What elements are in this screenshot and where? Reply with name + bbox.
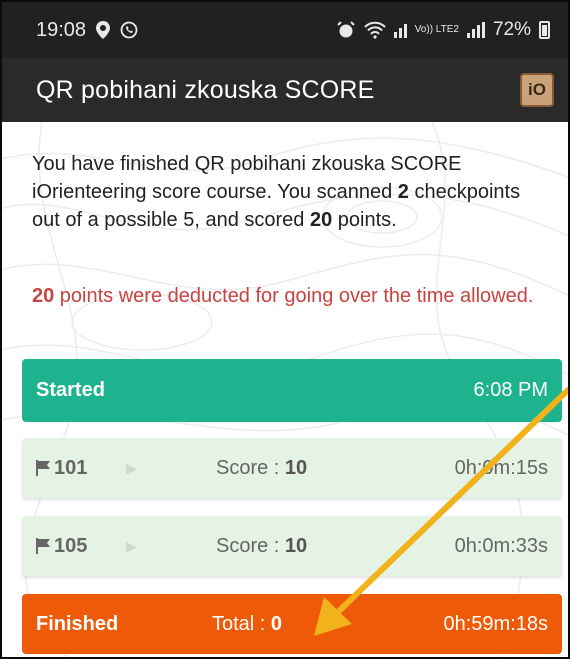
status-time: 19:08 — [36, 18, 87, 41]
play-icon[interactable]: ▶ — [126, 460, 166, 477]
scanned-count: 2 — [397, 181, 409, 203]
checkpoint-code-text: 105 — [54, 534, 88, 557]
page-title: QR pobihani zkouska SCORE — [36, 75, 375, 104]
checkpoint-code-text: 101 — [54, 456, 88, 479]
whatsapp-icon — [120, 21, 138, 39]
battery-percent: 72% — [492, 19, 531, 40]
alarm-icon — [336, 21, 356, 39]
summary-message: You have finished QR pobihani zkouska SC… — [32, 150, 552, 234]
signal-icon-2 — [466, 22, 485, 38]
checkpoint-time: 0h:0m:15s — [454, 456, 548, 479]
score-value: 10 — [284, 456, 308, 479]
phone-screen: 19:08 Vo)) LTE2 72% QR pobihani zkouska … — [0, 0, 570, 659]
deduction-message: 20 points were deducted for going over t… — [32, 282, 557, 310]
started-time: 6:08 PM — [473, 379, 548, 401]
flag-icon — [36, 460, 50, 476]
play-icon[interactable]: ▶ — [126, 538, 166, 555]
checkpoint-row[interactable]: 105 ▶ Score : 10 0h:0m:33s — [22, 516, 562, 576]
checkpoint-score: Score : 10 — [216, 457, 307, 480]
status-bar: 19:08 Vo)) LTE2 72% — [2, 2, 568, 58]
app-logo[interactable]: iO — [520, 73, 554, 107]
total-value: 0 — [270, 612, 283, 635]
score-value: 10 — [284, 534, 308, 557]
flag-icon — [36, 538, 50, 554]
finished-total: Total : 0 — [212, 613, 282, 636]
app-bar: QR pobihani zkouska SCORE iO — [2, 58, 568, 122]
total-label: Total : — [212, 612, 271, 635]
finished-row[interactable]: Finished Total : 0 0h:59m:18s — [22, 594, 562, 654]
deduction-text: points were deducted for going over the … — [54, 285, 534, 307]
started-label: Started — [36, 379, 105, 401]
checkpoint-row[interactable]: 101 ▶ Score : 10 0h:0m:15s — [22, 438, 562, 498]
score-label: Score : — [216, 534, 285, 557]
summary-text-3: points. — [332, 209, 397, 231]
app-logo-text: iO — [528, 80, 546, 99]
finished-time: 0h:59m:18s — [443, 612, 548, 635]
checkpoint-code: 105 — [36, 535, 126, 558]
location-pin-icon — [96, 21, 111, 39]
finished-label: Finished — [36, 612, 119, 635]
checkpoint-code: 101 — [36, 457, 126, 480]
deducted-points: 20 — [32, 285, 55, 307]
checkpoint-time: 0h:0m:33s — [454, 534, 548, 557]
results-content: You have finished QR pobihani zkouska SC… — [2, 122, 568, 657]
checkpoint-score: Score : 10 — [216, 535, 307, 558]
battery-icon — [539, 21, 550, 39]
wifi-icon — [363, 21, 386, 39]
scored-points: 20 — [309, 209, 333, 231]
score-label: Score : — [216, 456, 285, 479]
started-row[interactable]: Started 6:08 PM — [22, 359, 562, 422]
signal-icon — [393, 22, 407, 38]
network-label: Vo)) LTE2 — [414, 24, 459, 35]
